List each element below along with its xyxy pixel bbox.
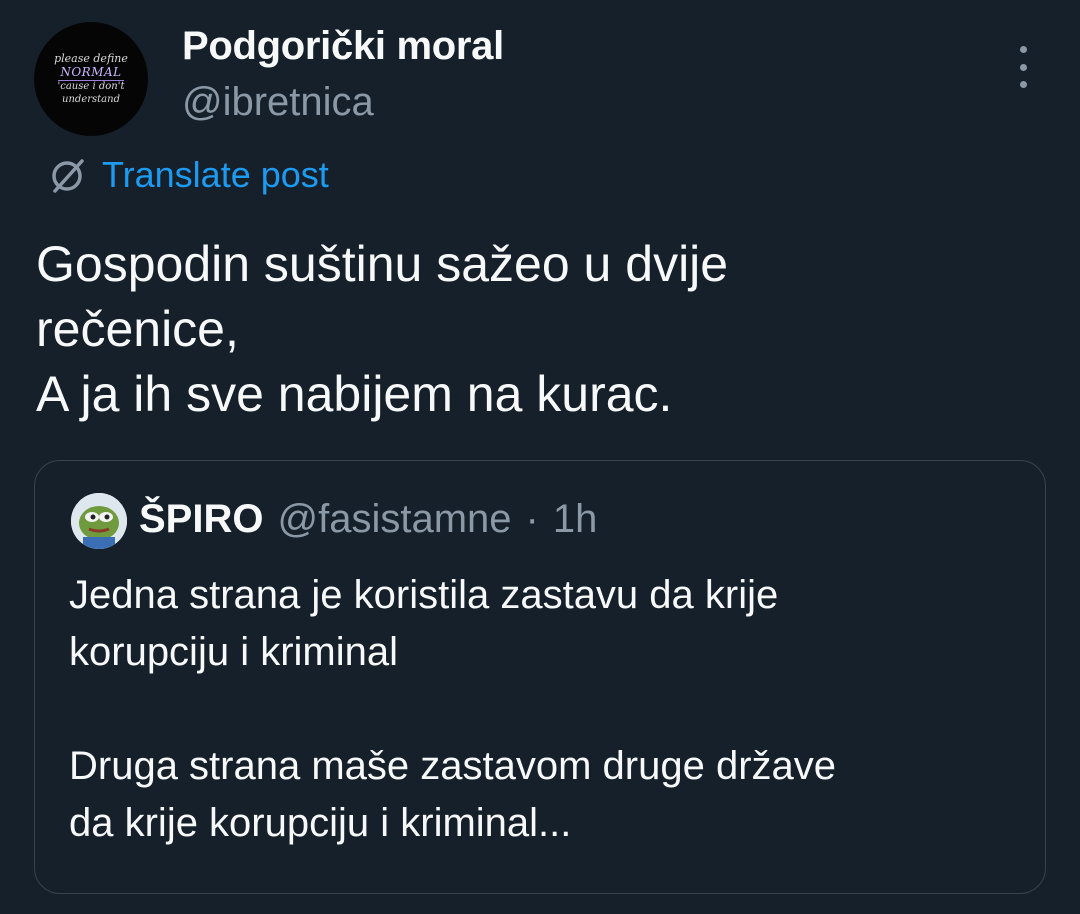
quote-timestamp[interactable]: 1h bbox=[553, 497, 598, 542]
quote-author-avatar[interactable] bbox=[71, 493, 127, 549]
quote-separator: · bbox=[525, 497, 539, 541]
quote-text: Jedna strana je koristila zastavu da kri… bbox=[69, 573, 837, 845]
translate-globe-icon bbox=[52, 159, 84, 193]
author-display-name[interactable]: Podgorički moral bbox=[182, 24, 504, 69]
more-vertical-icon[interactable] bbox=[1010, 46, 1036, 88]
avatar-text-line-1: please define bbox=[54, 51, 128, 65]
author-avatar[interactable]: please define NORMAL 'cause i don't unde… bbox=[34, 22, 148, 136]
quote-author-name[interactable]: ŠPIRO bbox=[139, 497, 263, 542]
quote-header: ŠPIRO @fasistamne · 1h bbox=[139, 497, 597, 542]
translate-post-button[interactable]: Translate post bbox=[46, 154, 329, 196]
avatar-text-line-2: NORMAL bbox=[58, 65, 124, 82]
avatar-text-line-3: 'cause i don't bbox=[57, 81, 125, 93]
quote-author-handle[interactable]: @fasistamne bbox=[277, 497, 511, 542]
avatar-text-line-4: understand bbox=[62, 93, 120, 105]
post-view: please define NORMAL 'cause i don't unde… bbox=[0, 0, 1080, 914]
translate-post-label: Translate post bbox=[102, 154, 329, 195]
author-handle[interactable]: @ibretnica bbox=[182, 80, 374, 125]
quoted-post-card[interactable]: ŠPIRO @fasistamne · 1h Jedna strana je k… bbox=[34, 460, 1046, 894]
post-text: Gospodin suštinu sažeo u dvije rečenice,… bbox=[36, 236, 729, 422]
